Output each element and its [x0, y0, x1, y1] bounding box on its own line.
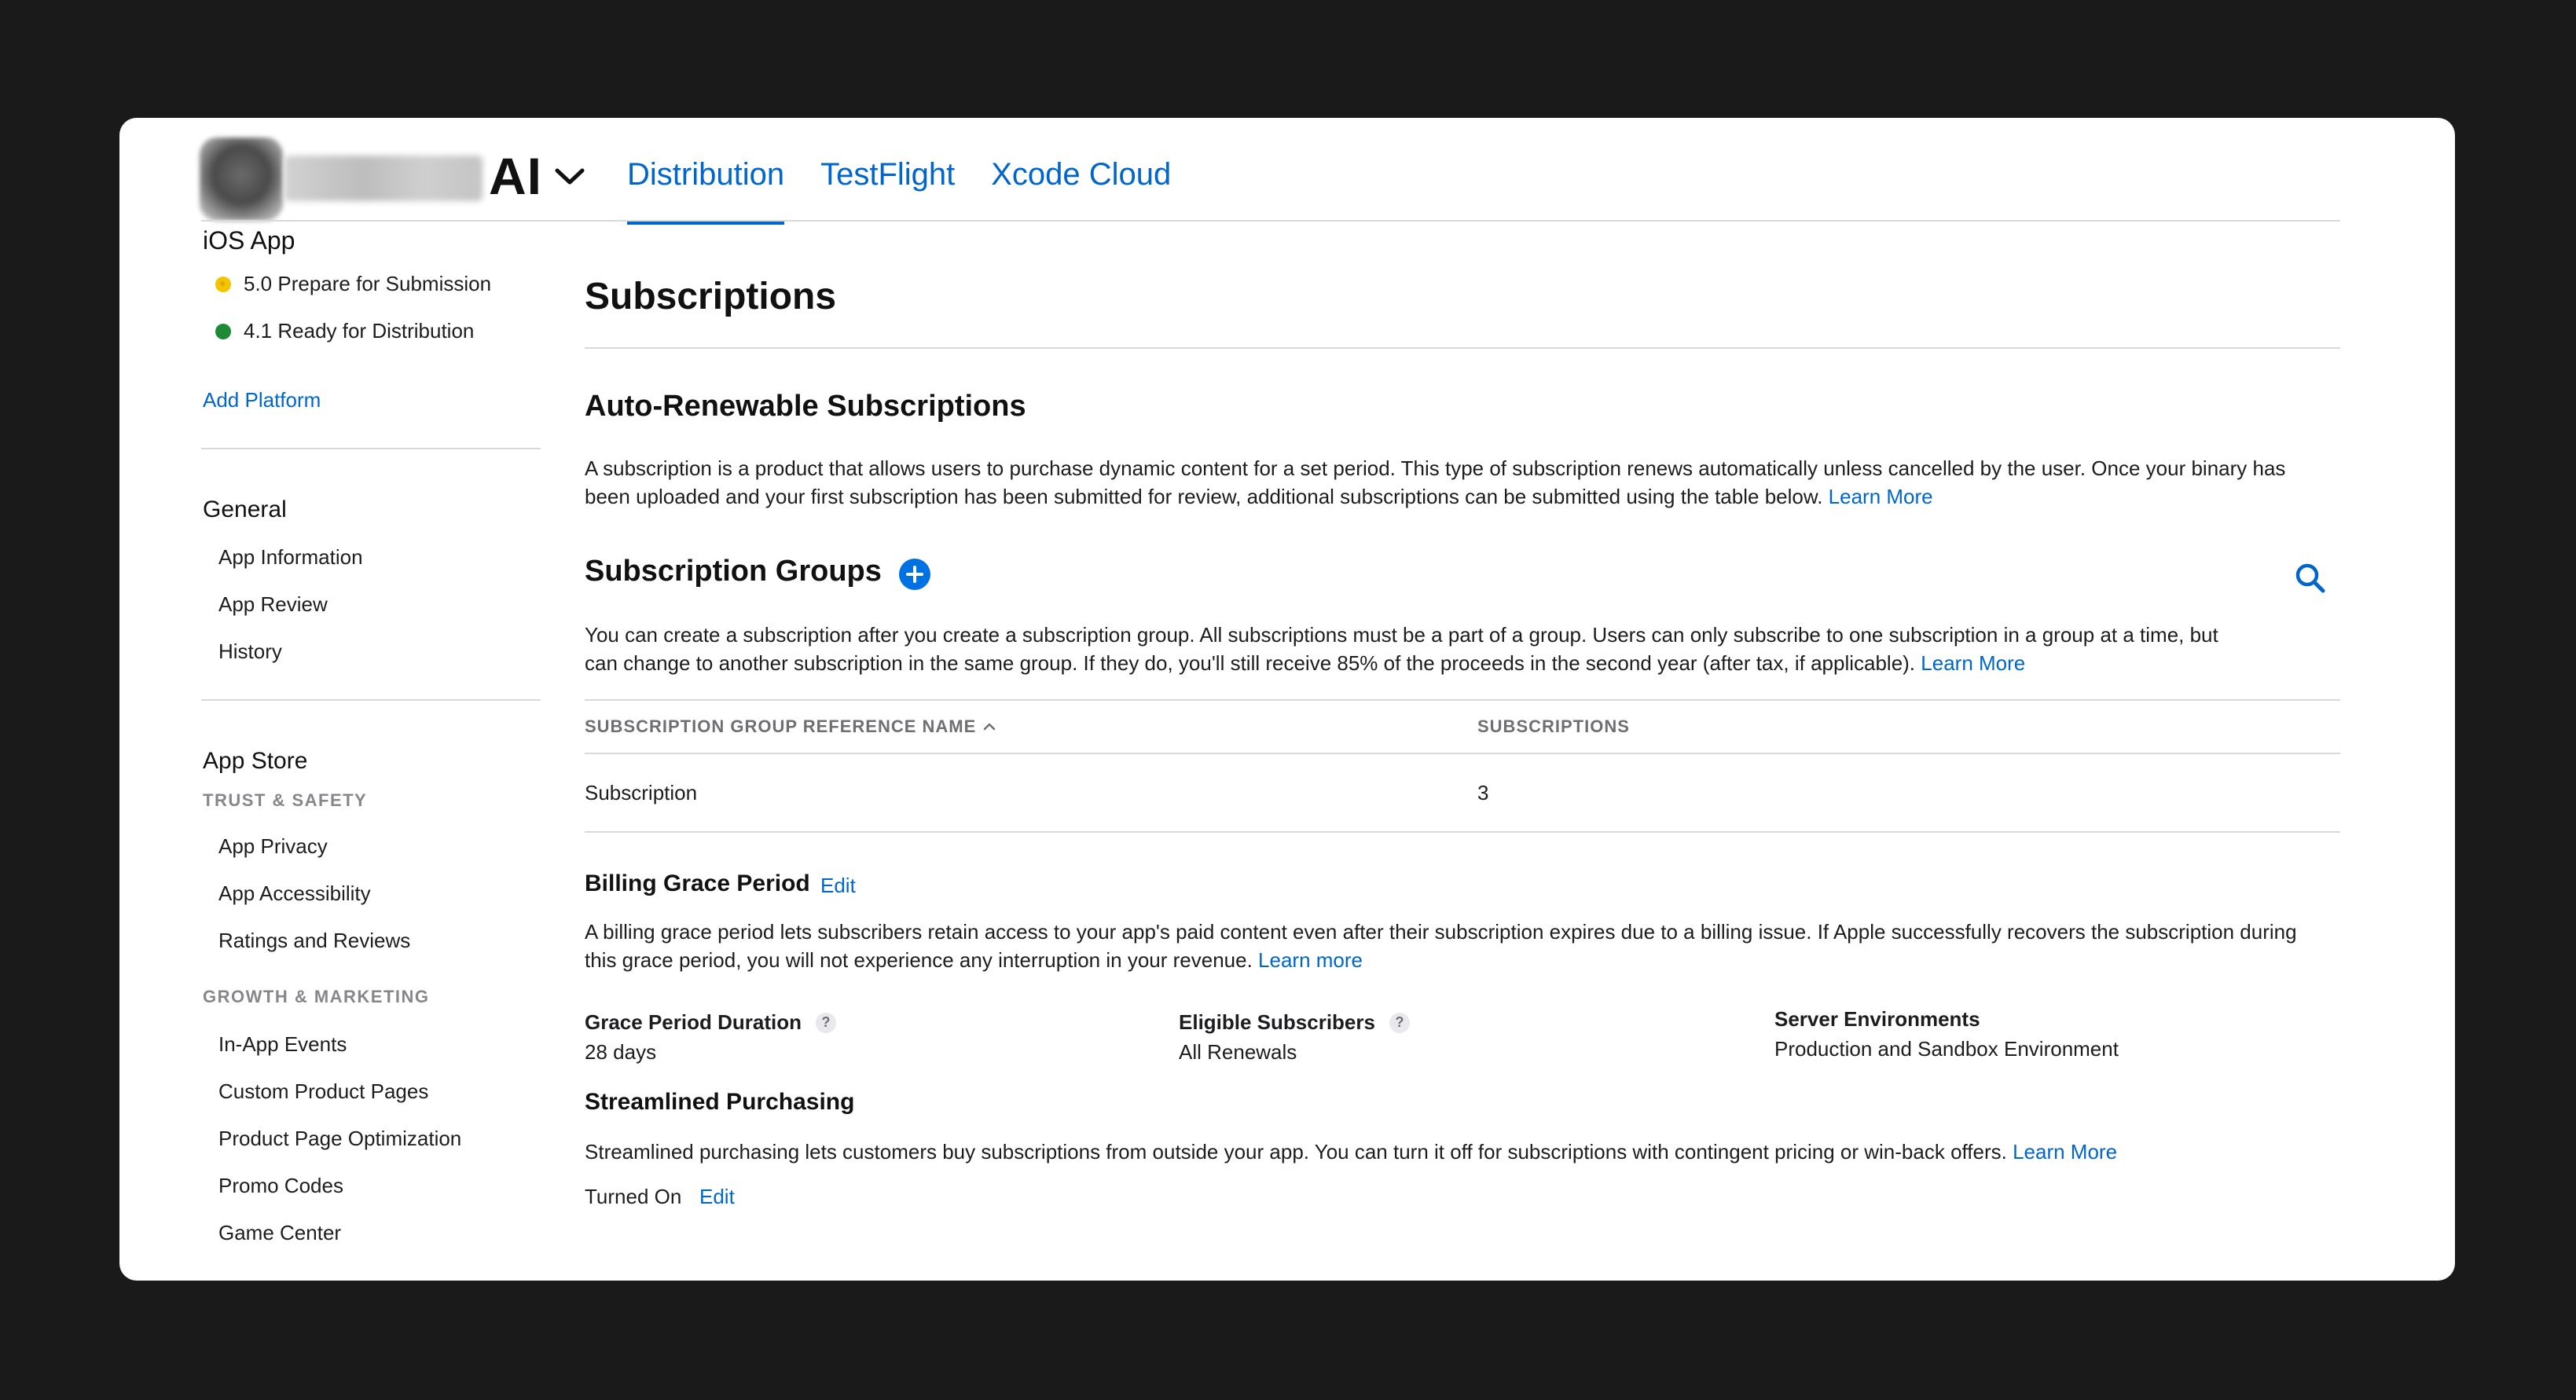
- help-icon[interactable]: ?: [1389, 1012, 1410, 1033]
- sidebar-item-history[interactable]: History: [218, 640, 282, 664]
- eligible-subscribers-label: Eligible Subscribers ?: [1179, 1010, 1410, 1035]
- streamlined-purchasing-edit-link[interactable]: Edit: [699, 1185, 735, 1209]
- tab-testflight[interactable]: TestFlight: [820, 118, 955, 225]
- sidebar-item-promo-codes[interactable]: Promo Codes: [218, 1174, 343, 1198]
- add-subscription-group-button[interactable]: [899, 559, 930, 590]
- billing-grace-period-text: A billing grace period lets subscribers …: [585, 920, 2297, 972]
- tab-bar: Distribution TestFlight Xcode Cloud: [627, 118, 1207, 225]
- streamlined-purchasing-learn-more-link[interactable]: Learn More: [2013, 1140, 2117, 1164]
- subscription-group-link[interactable]: Subscription: [585, 781, 697, 805]
- streamlined-purchasing-heading: Streamlined Purchasing: [585, 1089, 855, 1115]
- subscription-groups-learn-more-link[interactable]: Learn More: [1921, 651, 2025, 675]
- auto-renewable-heading: Auto-Renewable Subscriptions: [585, 390, 1026, 423]
- auto-renewable-text: A subscription is a product that allows …: [585, 456, 2286, 508]
- sidebar-category-growth-marketing: GROWTH & MARKETING: [203, 987, 430, 1006]
- table-top-divider: [585, 699, 2340, 701]
- subscription-groups-description: You can create a subscription after you …: [585, 621, 2219, 677]
- sidebar-item-ratings-reviews[interactable]: Ratings and Reviews: [218, 929, 410, 953]
- app-window: AI Distribution TestFlight Xcode Cloud i…: [119, 118, 2455, 1281]
- help-icon[interactable]: ?: [815, 1012, 836, 1033]
- grace-period-duration-label-text: Grace Period Duration: [585, 1010, 802, 1034]
- sidebar-platform-title: iOS App: [203, 226, 295, 255]
- sidebar-section-app-store: App Store: [203, 748, 308, 774]
- server-environments-label: Server Environments: [1774, 1007, 1980, 1031]
- tab-distribution[interactable]: Distribution: [627, 118, 785, 225]
- search-icon: [2295, 563, 2325, 593]
- column-header-subscriptions: SUBSCRIPTIONS: [1477, 716, 1630, 736]
- table-bottom-divider: [585, 831, 2340, 833]
- sidebar-version-label: 4.1 Ready for Distribution: [244, 319, 475, 343]
- sidebar-item-custom-product-pages[interactable]: Custom Product Pages: [218, 1079, 428, 1104]
- eligible-subscribers-label-text: Eligible Subscribers: [1179, 1010, 1375, 1034]
- column-header-label: SUBSCRIPTION GROUP REFERENCE NAME: [585, 716, 977, 736]
- add-platform-link[interactable]: Add Platform: [203, 388, 321, 412]
- status-in-progress-icon: [215, 276, 231, 292]
- sidebar-version-label: 5.0 Prepare for Submission: [244, 272, 492, 295]
- header-divider: [201, 220, 2340, 222]
- sidebar-item-in-app-events[interactable]: In-App Events: [218, 1032, 347, 1057]
- subscription-count: 3: [1477, 781, 1489, 804]
- server-environments-value: Production and Sandbox Environment: [1774, 1037, 2119, 1061]
- sidebar-divider: [201, 448, 541, 449]
- chevron-down-icon: [555, 168, 585, 185]
- sidebar-item-game-center[interactable]: Game Center: [218, 1221, 341, 1245]
- auto-renewable-description: A subscription is a product that allows …: [585, 454, 2329, 511]
- billing-grace-period-edit-link[interactable]: Edit: [820, 874, 856, 898]
- sidebar-item-app-accessibility[interactable]: App Accessibility: [218, 881, 371, 906]
- top-navigation: AI Distribution TestFlight Xcode Cloud: [119, 118, 2455, 225]
- auto-renewable-learn-more-link[interactable]: Learn More: [1829, 485, 1933, 508]
- billing-grace-period-learn-more-link[interactable]: Learn more: [1258, 948, 1363, 972]
- sidebar-version-4-1[interactable]: 4.1 Ready for Distribution: [215, 319, 474, 343]
- sidebar-item-product-page-optimization[interactable]: Product Page Optimization: [218, 1127, 461, 1151]
- column-header-group-name[interactable]: SUBSCRIPTION GROUP REFERENCE NAME: [585, 716, 996, 737]
- eligible-subscribers-value: All Renewals: [1179, 1040, 1297, 1064]
- streamlined-purchasing-text: Streamlined purchasing lets customers bu…: [585, 1140, 2007, 1164]
- billing-grace-period-description: A billing grace period lets subscribers …: [585, 918, 2329, 974]
- app-switcher-button[interactable]: [552, 159, 588, 195]
- streamlined-purchasing-status: Turned On: [585, 1185, 682, 1208]
- status-ready-icon: [215, 323, 231, 339]
- search-button[interactable]: [2293, 561, 2328, 596]
- sidebar-version-5-0[interactable]: 5.0 Prepare for Submission: [215, 272, 491, 296]
- grace-period-duration-value: 28 days: [585, 1040, 657, 1064]
- app-icon[interactable]: [200, 137, 283, 221]
- table-header-divider: [585, 753, 2340, 754]
- sidebar-category-trust-safety: TRUST & SAFETY: [203, 790, 368, 810]
- sidebar-item-app-information[interactable]: App Information: [218, 545, 363, 570]
- title-divider: [585, 347, 2340, 349]
- subscription-groups-heading: Subscription Groups: [585, 555, 882, 588]
- streamlined-purchasing-description: Streamlined purchasing lets customers bu…: [585, 1138, 2329, 1166]
- billing-grace-period-heading: Billing Grace Period: [585, 870, 810, 896]
- app-name-suffix: AI: [489, 147, 542, 205]
- tab-xcode-cloud[interactable]: Xcode Cloud: [991, 118, 1171, 225]
- sidebar-divider: [201, 699, 541, 701]
- chevron-up-icon: [984, 723, 996, 731]
- grace-period-duration-label: Grace Period Duration ?: [585, 1010, 836, 1035]
- sidebar-item-app-review[interactable]: App Review: [218, 592, 328, 617]
- sidebar-item-app-privacy[interactable]: App Privacy: [218, 834, 328, 859]
- sidebar-section-general: General: [203, 497, 287, 522]
- page-title: Subscriptions: [585, 276, 837, 317]
- app-name-redacted: [284, 156, 483, 201]
- plus-icon: [906, 566, 923, 583]
